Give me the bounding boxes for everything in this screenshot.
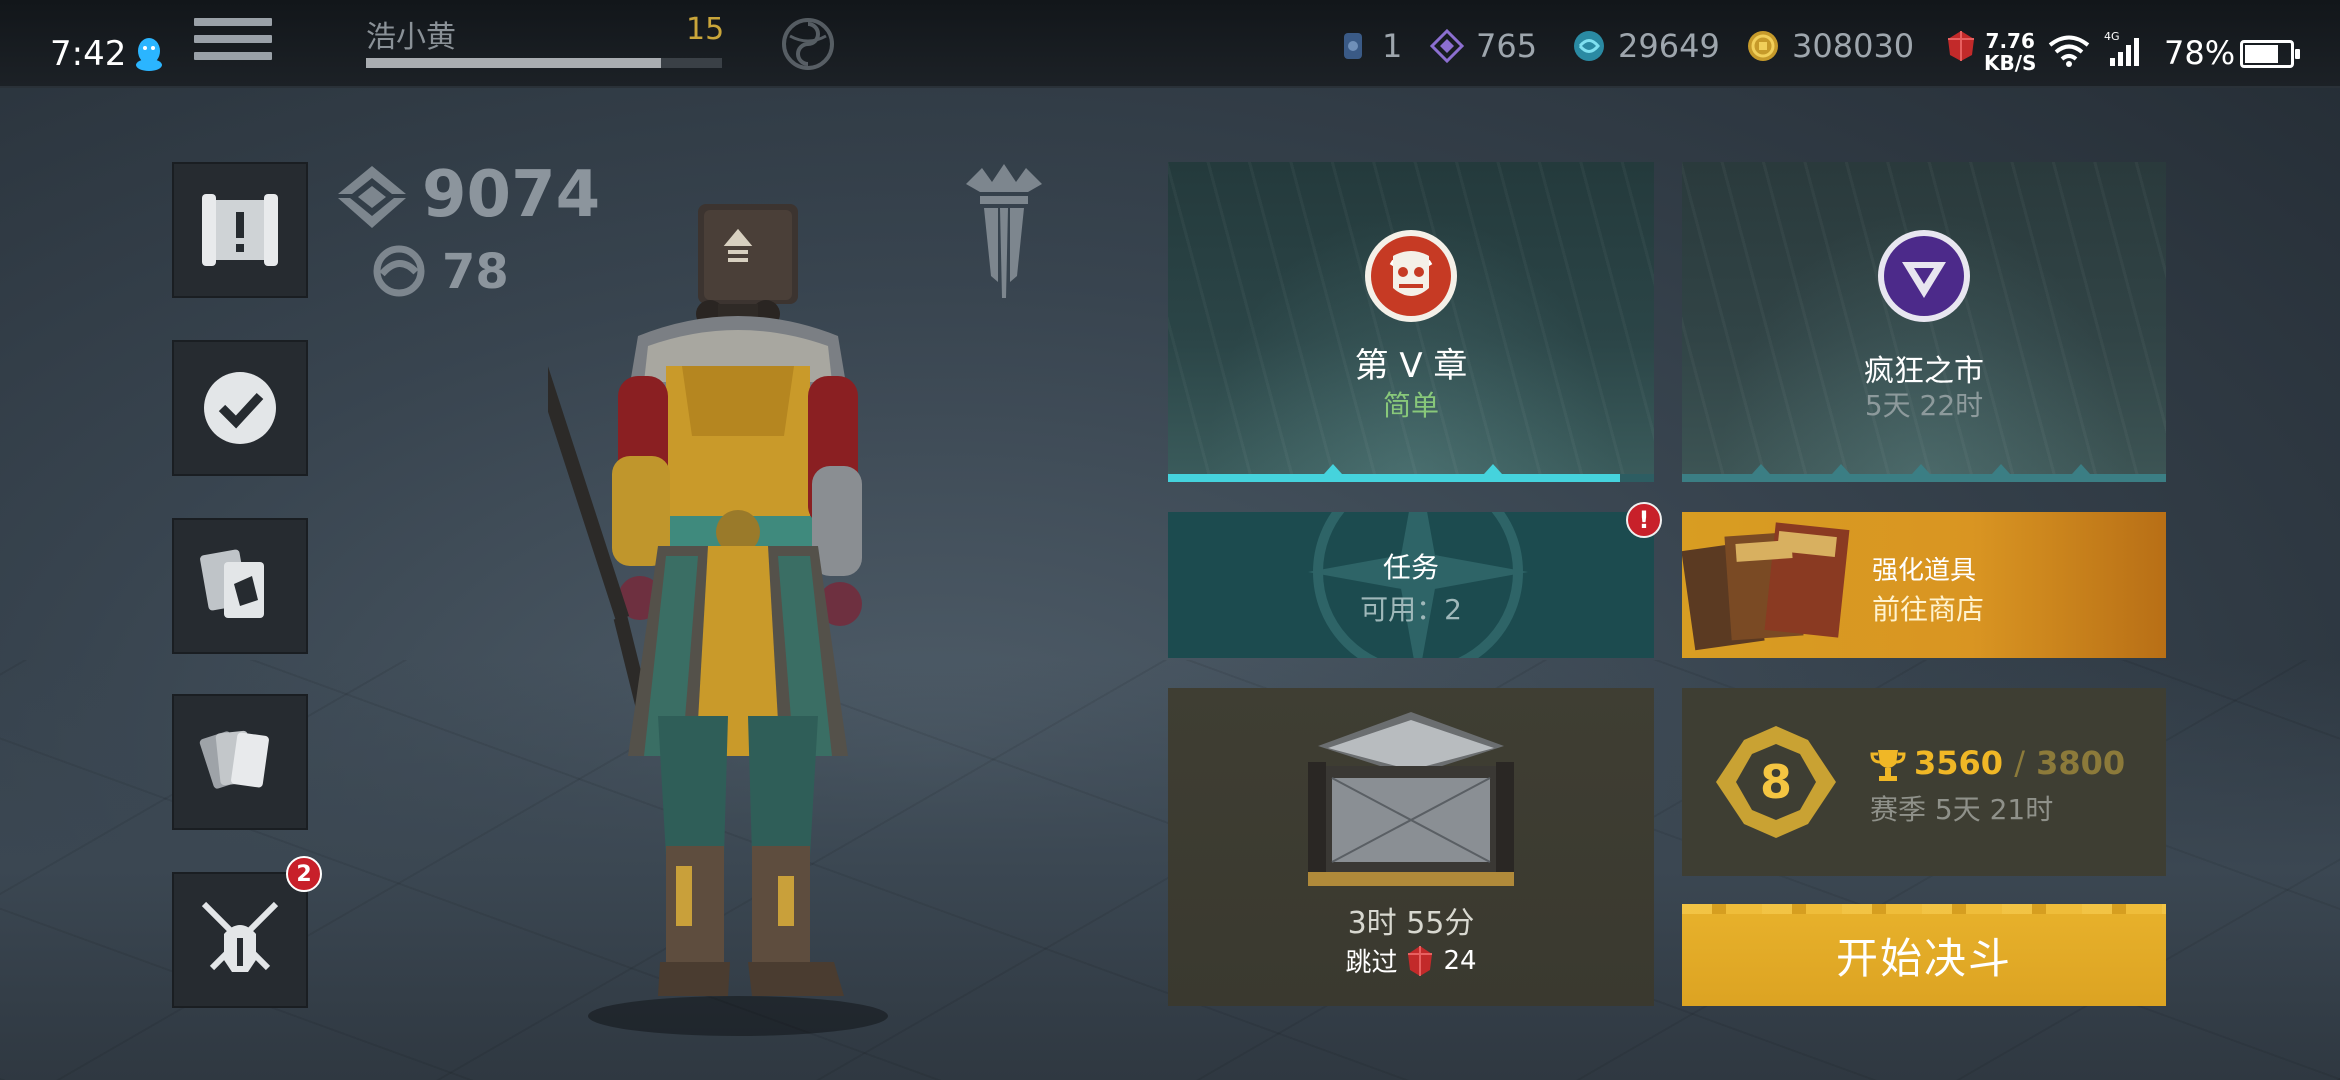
equipment-button[interactable] [172, 518, 308, 654]
xp-progress-bar [366, 58, 722, 68]
player-name: 浩小黄 [366, 20, 456, 55]
resource-keys[interactable]: 1 [1336, 26, 1402, 66]
tasks-title: 任务 [1382, 551, 1439, 584]
tasks-tile[interactable]: 任务 可用：2 [1168, 512, 1654, 658]
crystals-value: 765 [1476, 27, 1538, 65]
qq-penguin-icon [136, 38, 162, 71]
tasks-available: 可用：2 [1360, 593, 1462, 626]
start-duel-label: 开始决斗 [1835, 933, 2012, 983]
coins-value: 308030 [1792, 27, 1915, 65]
progress-marker [1484, 464, 1502, 474]
resource-coins[interactable]: 308030 [1746, 26, 1914, 66]
scroll-alert-icon [202, 194, 278, 266]
spirit-value: 29649 [1618, 27, 1720, 65]
market-triangle-icon [1878, 230, 1970, 322]
booster-packs-icon [1682, 522, 1850, 651]
oni-mask-icon [1365, 230, 1457, 322]
achievements-button[interactable] [172, 340, 308, 476]
card-deck-icon [199, 730, 269, 789]
key-icon [1344, 33, 1362, 59]
shop-title: 强化道具 [1872, 556, 1977, 586]
chapter-progress-bar [1168, 474, 1654, 482]
equipment-cards-icon [200, 549, 264, 618]
ruby-gem-icon [1408, 945, 1433, 976]
chest-skip-button[interactable]: 跳过 24 [1168, 942, 1654, 979]
player-character[interactable] [548, 196, 928, 1036]
main-menu-icon[interactable] [194, 18, 272, 70]
ruby-gem-icon [1948, 31, 1974, 61]
coin-icon [1748, 31, 1778, 61]
top-bar: 7:42 浩小黄 15 1 765 29649 308030 7.76 KB/S… [0, 0, 2340, 88]
spirit-swirl-stat-icon [373, 245, 425, 297]
market-progress-strip [1682, 474, 2166, 482]
power-rating-icon [338, 166, 406, 228]
chapter-title: 第 V 章 [1354, 346, 1468, 386]
status-time: 7:42 [50, 34, 127, 74]
crystal-icon [1430, 29, 1464, 63]
player-level: 15 [686, 12, 725, 47]
checkmark-circle-icon [204, 372, 276, 444]
resource-crystals[interactable]: 765 [1430, 26, 1537, 66]
network-speed: 7.76 KB/S [1984, 29, 2037, 75]
wifi-icon [2048, 35, 2090, 67]
market-timer: 5天 22时 [1864, 389, 1984, 422]
tasks-alert-badge: ! [1626, 502, 1662, 538]
spirit-swirl-icon[interactable] [780, 16, 836, 72]
battle-button[interactable]: 2 [172, 856, 322, 1008]
keys-value: 1 [1382, 27, 1403, 65]
clan-emblem-icon[interactable] [962, 164, 1046, 298]
xp-progress-fill [366, 58, 662, 68]
progress-marker [1324, 464, 1342, 474]
cards-collection-button[interactable] [172, 694, 308, 830]
quest-scroll-button[interactable] [172, 162, 308, 298]
trophy-icon [1870, 750, 1906, 781]
start-duel-button[interactable]: 开始决斗 [1682, 904, 2166, 1006]
season-score: 3560 / 3800 [1914, 744, 2126, 782]
chapter-difficulty: 简单 [1382, 389, 1439, 422]
campaign-chapter-tile[interactable]: 第 V 章 简单 [1168, 162, 1654, 482]
crossed-swords-helmet-icon [201, 901, 279, 972]
battle-badge: 2 [286, 856, 322, 892]
battery-icon [2240, 40, 2300, 68]
season-tile[interactable]: 8 3560 / 3800 赛季 5天 21时 [1682, 688, 2166, 876]
spirit-orb-icon [1574, 31, 1604, 61]
battery-percent: 78% [2164, 34, 2236, 72]
skip-cost: 24 [1443, 945, 1477, 976]
cell-signal-icon: 4G [2104, 30, 2139, 66]
shop-subtitle: 前往商店 [1872, 593, 1985, 626]
season-timer: 赛季 5天 21时 [1870, 793, 2054, 826]
shop-boosters-tile[interactable]: 强化道具 前往商店 [1682, 512, 2166, 658]
chest-timer: 3时 55分 [1347, 906, 1475, 941]
secondary-stat-value: 78 [442, 244, 509, 300]
season-rank: 8 [1759, 755, 1792, 809]
resource-spirit[interactable]: 29649 [1572, 26, 1720, 66]
chest-tile[interactable]: 3时 55分 跳过 24 [1168, 688, 1654, 1006]
skip-label: 跳过 [1345, 948, 1398, 978]
treasure-chest-icon [1308, 712, 1514, 886]
svg-text:4G: 4G [2104, 30, 2120, 43]
madness-market-tile[interactable]: 疯狂之市 5天 22时 [1682, 162, 2166, 482]
chapter-progress-fill [1168, 474, 1620, 482]
